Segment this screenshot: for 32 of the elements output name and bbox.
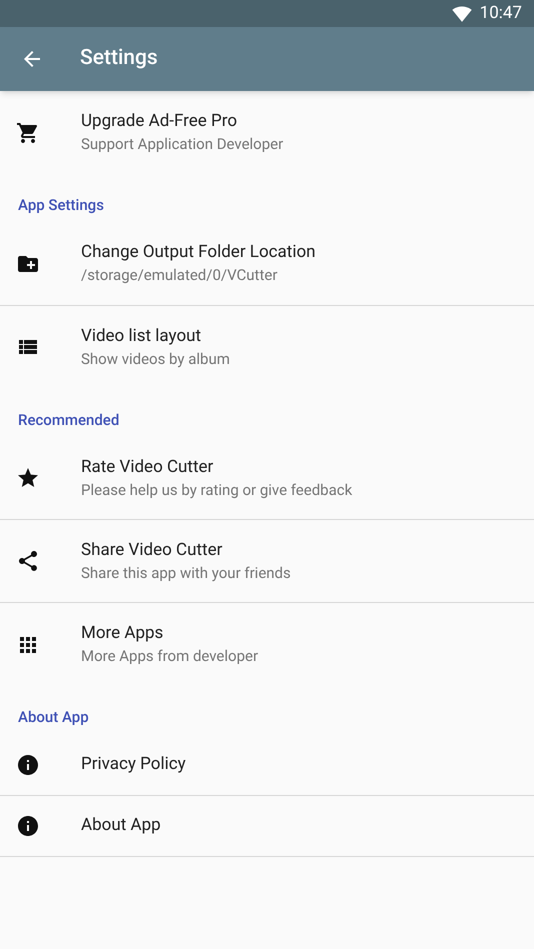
item-title: Change Output Folder Location: [81, 241, 316, 264]
info-icon: [16, 814, 40, 838]
settings-item[interactable]: Upgrade Ad-Free Pro Support Application Developer: [0, 91, 534, 174]
settings-item[interactable]: Share Video Cutter Share this app with your friends: [0, 520, 534, 603]
settings-item[interactable]: About App: [0, 796, 534, 856]
item-title: More Apps: [81, 622, 164, 645]
item-subtitle: Share this app with your friends: [81, 562, 291, 584]
item-title: Share Video Cutter: [81, 538, 224, 562]
share-icon: [16, 549, 40, 573]
item-title: Privacy Policy: [81, 753, 186, 776]
item-title: Rate Video Cutter: [81, 456, 214, 478]
section-header: About App: [17, 707, 90, 728]
settings-item[interactable]: More Apps More Apps from developer: [0, 603, 534, 686]
status-time: 10:47: [480, 2, 522, 25]
settings-item[interactable]: Change Output Folder Location /storage/emulated/0/VCutter: [0, 222, 534, 306]
wifi-icon: [452, 4, 472, 24]
item-subtitle: /storage/emulated/0/VCutter: [81, 265, 278, 286]
item-subtitle: Please help us by rating or give feedback: [81, 480, 352, 500]
settings-item[interactable]: Privacy Policy: [0, 734, 534, 796]
toolbar-title: Settings: [80, 45, 158, 72]
info-icon: [16, 752, 40, 776]
settings-item[interactable]: Rate Video Cutter Please help us by rating or give feedback: [0, 437, 534, 520]
item-subtitle: Support Application Developer: [81, 134, 284, 155]
cart-icon: [16, 120, 40, 144]
item-title: About App: [81, 814, 161, 837]
item-title: Video list layout: [81, 324, 202, 348]
settings-item[interactable]: Video list layout Show videos by album: [0, 306, 534, 388]
item-subtitle: Show videos by album: [81, 348, 230, 370]
section-header: Recommended: [17, 410, 120, 430]
section-header: App Settings: [17, 195, 105, 216]
item-title: Upgrade Ad-Free Pro: [81, 110, 238, 133]
item-subtitle: More Apps from developer: [81, 646, 258, 667]
